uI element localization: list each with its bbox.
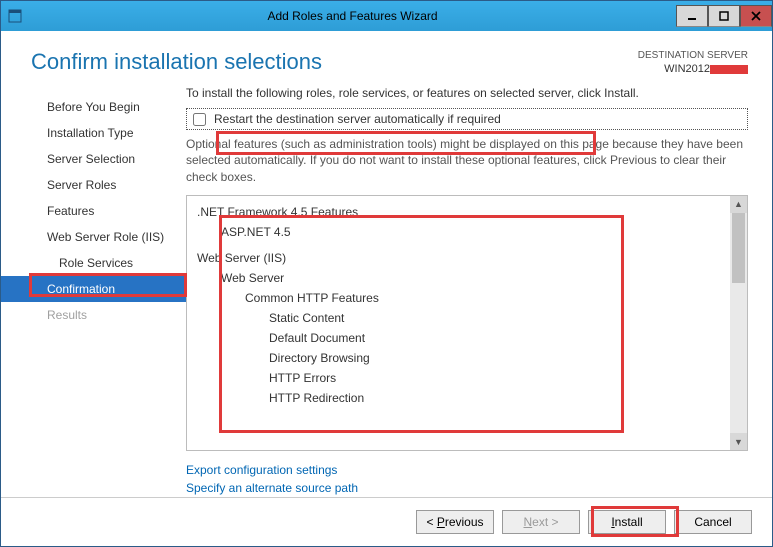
restart-checkbox-row[interactable]: Restart the destination server automatic…: [186, 108, 748, 130]
list-item: Common HTTP Features: [197, 288, 726, 308]
selections-listbox: .NET Framework 4.5 Features ASP.NET 4.5 …: [186, 195, 748, 451]
scroll-up-icon[interactable]: ▲: [730, 196, 747, 213]
previous-button[interactable]: < Previous: [416, 510, 494, 534]
list-item: ASP.NET 4.5: [197, 222, 726, 242]
nav-confirmation[interactable]: Confirmation: [1, 276, 186, 302]
selections-list[interactable]: .NET Framework 4.5 Features ASP.NET 4.5 …: [187, 196, 730, 450]
list-item: HTTP Redirection: [197, 388, 726, 408]
list-item: Web Server: [197, 268, 726, 288]
destination-server: WIN2012: [638, 62, 748, 76]
window-title: Add Roles and Features Wizard: [29, 9, 676, 23]
list-item: Directory Browsing: [197, 348, 726, 368]
list-item: Default Document: [197, 328, 726, 348]
cancel-button[interactable]: Cancel: [674, 510, 752, 534]
nav-web-server-role[interactable]: Web Server Role (IIS): [1, 224, 186, 250]
scroll-down-icon[interactable]: ▼: [730, 433, 747, 450]
nav-features[interactable]: Features: [1, 198, 186, 224]
destination-info: DESTINATION SERVER WIN2012: [638, 49, 748, 76]
restart-label: Restart the destination server automatic…: [214, 112, 501, 126]
wizard-window: Add Roles and Features Wizard Confirm in…: [0, 0, 773, 547]
header: Confirm installation selections DESTINAT…: [1, 31, 772, 84]
main-area: Before You Begin Installation Type Serve…: [1, 84, 772, 497]
footer: < Previous Next > Install Cancel: [1, 497, 772, 546]
window-controls: [676, 6, 772, 27]
nav-sidebar: Before You Begin Installation Type Serve…: [1, 84, 186, 497]
redacted-block: [710, 65, 748, 74]
app-icon: [7, 8, 23, 24]
scroll-thumb[interactable]: [732, 213, 745, 283]
alternate-source-link[interactable]: Specify an alternate source path: [186, 479, 748, 497]
list-item: Web Server (IIS): [197, 248, 726, 268]
maximize-button[interactable]: [708, 5, 740, 27]
page-title: Confirm installation selections: [31, 49, 322, 75]
titlebar: Add Roles and Features Wizard: [1, 1, 772, 31]
export-settings-link[interactable]: Export configuration settings: [186, 461, 748, 479]
next-button: Next >: [502, 510, 580, 534]
nav-server-roles[interactable]: Server Roles: [1, 172, 186, 198]
content-panel: To install the following roles, role ser…: [186, 84, 748, 497]
nav-installation-type[interactable]: Installation Type: [1, 120, 186, 146]
nav-results: Results: [1, 302, 186, 328]
links-area: Export configuration settings Specify an…: [186, 461, 748, 497]
minimize-button[interactable]: [676, 5, 708, 27]
close-button[interactable]: [740, 5, 772, 27]
scrollbar[interactable]: ▲ ▼: [730, 196, 747, 450]
scroll-track[interactable]: [730, 213, 747, 433]
list-item: HTTP Errors: [197, 368, 726, 388]
nav-role-services[interactable]: Role Services: [1, 250, 186, 276]
install-button[interactable]: Install: [588, 510, 666, 534]
optional-note: Optional features (such as administratio…: [186, 136, 748, 185]
nav-server-selection[interactable]: Server Selection: [1, 146, 186, 172]
destination-label: DESTINATION SERVER: [638, 49, 748, 62]
intro-text: To install the following roles, role ser…: [186, 86, 748, 100]
list-item: .NET Framework 4.5 Features: [197, 202, 726, 222]
list-item: Static Content: [197, 308, 726, 328]
nav-before-you-begin[interactable]: Before You Begin: [1, 94, 186, 120]
restart-checkbox[interactable]: [193, 113, 206, 126]
